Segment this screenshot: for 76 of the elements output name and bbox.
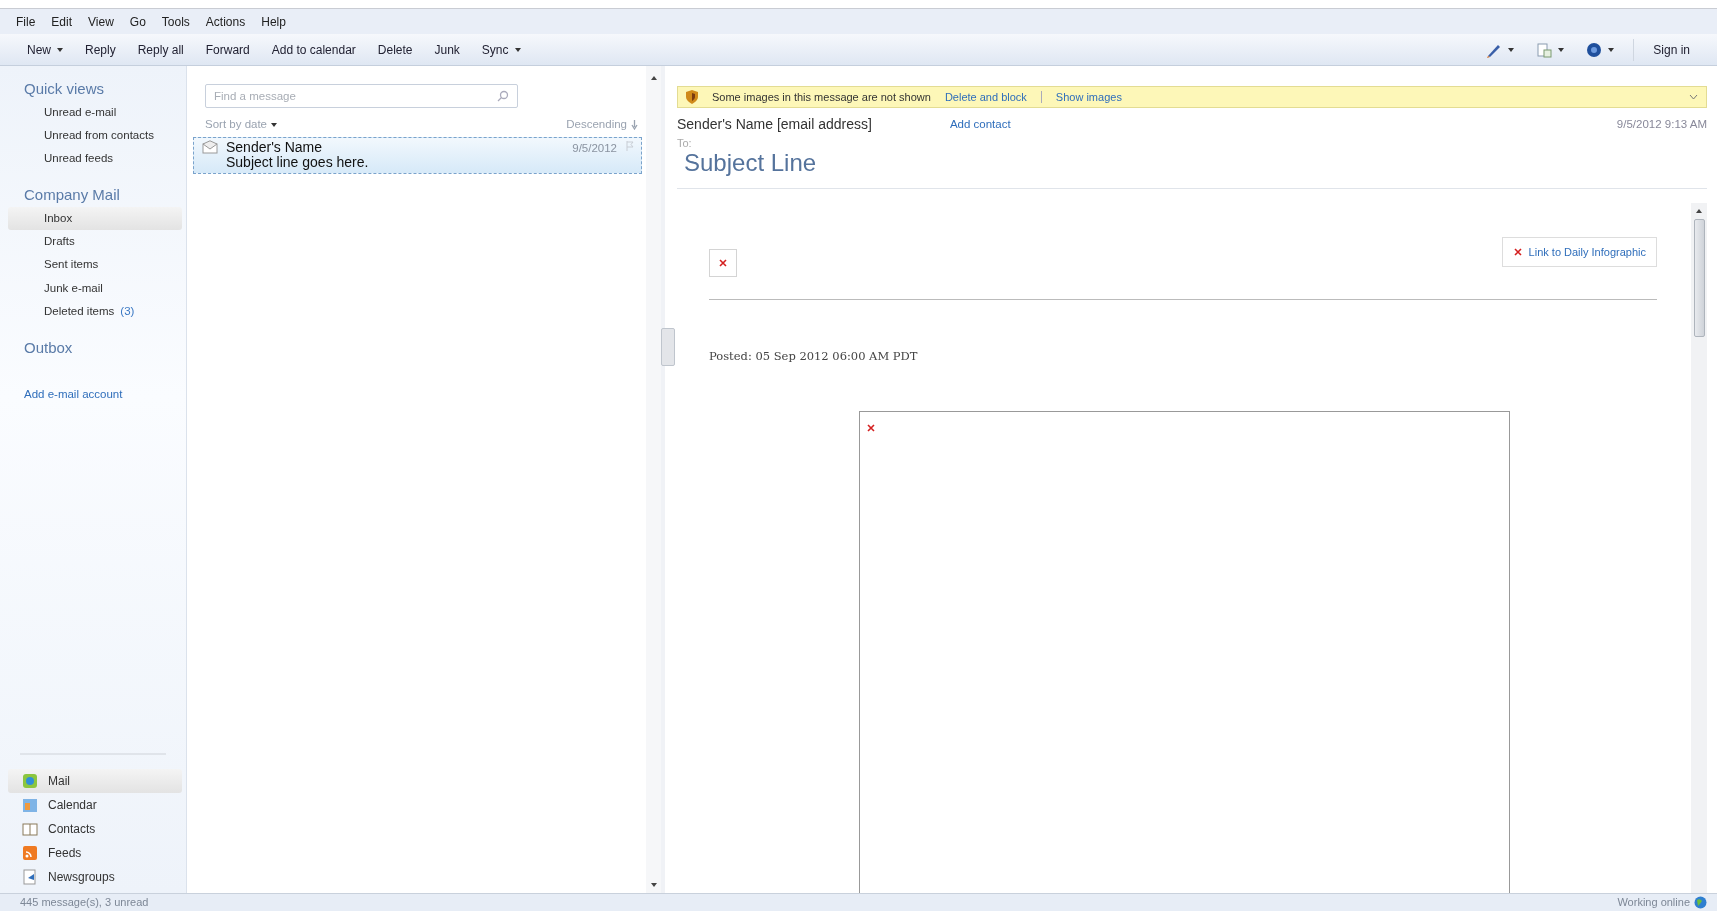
caret-icon bbox=[57, 47, 63, 52]
page-icon bbox=[22, 869, 38, 885]
caret-icon bbox=[1608, 47, 1615, 52]
sender-address: Sender's Name [email address] bbox=[677, 115, 872, 134]
section-heading: Quick views bbox=[23, 79, 106, 99]
toolbar-button[interactable]: New bbox=[16, 37, 74, 62]
scrollbar[interactable] bbox=[646, 66, 661, 893]
scrollbar[interactable] bbox=[1691, 202, 1707, 893]
caret-icon bbox=[1558, 47, 1565, 52]
toolbar-button[interactable]: Add to calendar bbox=[260, 37, 367, 62]
search-icon bbox=[497, 90, 509, 102]
broken-image-icon bbox=[1512, 247, 1523, 258]
shield-icon bbox=[686, 90, 698, 104]
toolbar-button[interactable]: Reply bbox=[74, 37, 127, 62]
message-subject: Subject line goes here. bbox=[226, 154, 369, 170]
nav-item[interactable]: Contacts bbox=[8, 817, 182, 841]
caret-icon bbox=[271, 122, 277, 127]
envelope-icon bbox=[202, 140, 218, 155]
chevron-down-icon bbox=[1689, 94, 1698, 100]
folder-item[interactable]: Unread e-mail bbox=[8, 100, 182, 124]
connection-status: Working online bbox=[1617, 894, 1707, 911]
subject-heading: Subject Line bbox=[683, 149, 818, 176]
folder-item[interactable]: Unread from contacts bbox=[8, 123, 182, 147]
nav-item[interactable]: Feeds bbox=[8, 841, 182, 865]
menu-item[interactable]: File bbox=[8, 10, 44, 33]
menu-item[interactable]: Help bbox=[253, 10, 294, 33]
message-count: 445 message(s), 3 unread bbox=[20, 895, 149, 911]
toolbar-button[interactable]: Forward bbox=[194, 37, 261, 62]
calendar-icon bbox=[22, 797, 38, 813]
nav-item[interactable]: Newsgroups bbox=[8, 865, 182, 889]
flag-icon bbox=[625, 140, 635, 153]
folder-item[interactable]: Sent items bbox=[8, 253, 182, 277]
image-link[interactable]: Link to Daily Infographic bbox=[1501, 236, 1657, 268]
menu-item[interactable]: Edit bbox=[43, 10, 81, 33]
menu-item[interactable]: Actions bbox=[197, 10, 254, 33]
help-icon bbox=[1586, 41, 1603, 58]
message-date: 9/5/2012 bbox=[572, 141, 617, 157]
sender-name: Sender's Name bbox=[226, 140, 324, 155]
info-message: Some images in this message are not shown bbox=[712, 89, 931, 105]
document-icon bbox=[1536, 41, 1553, 58]
section-heading[interactable]: Outbox bbox=[0, 337, 186, 360]
toolbar-button[interactable]: Junk bbox=[423, 37, 471, 62]
to-label: To: bbox=[677, 136, 693, 151]
toolbar-button[interactable]: Reply all bbox=[126, 37, 195, 62]
menu-item[interactable]: View bbox=[80, 10, 122, 33]
section-heading[interactable]: Company Mail bbox=[0, 184, 186, 207]
nav-item[interactable]: Mail bbox=[8, 769, 182, 793]
add-contact-link[interactable]: Add contact bbox=[949, 115, 1011, 134]
folder-item[interactable]: Inbox bbox=[8, 206, 182, 230]
sign-in-button[interactable]: Sign in bbox=[1642, 37, 1701, 62]
splitter-handle[interactable] bbox=[661, 328, 675, 366]
globe-icon bbox=[1694, 896, 1707, 909]
menu-item[interactable]: Go bbox=[121, 10, 154, 33]
folder-item[interactable]: Drafts bbox=[8, 230, 182, 254]
message-row[interactable]: Sender's Name Subject line goes here. 9/5/2012 bbox=[193, 137, 642, 174]
caret-icon bbox=[1508, 47, 1515, 52]
nav-item[interactable]: Calendar bbox=[8, 793, 182, 817]
info-action-link[interactable]: Delete and block bbox=[944, 88, 1027, 106]
folder-item[interactable]: Junk e-mail bbox=[8, 276, 182, 300]
folder-item[interactable]: Unread feeds bbox=[8, 147, 182, 171]
message-date: 9/5/2012 9:13 AM bbox=[1616, 116, 1707, 132]
broken-image-icon bbox=[718, 257, 728, 268]
menu-item[interactable]: Tools bbox=[153, 10, 198, 33]
add-account-link[interactable]: Add e-mail account bbox=[0, 385, 123, 403]
folder-item[interactable]: Deleted items (3) bbox=[8, 299, 182, 323]
caret-icon bbox=[514, 47, 521, 52]
posted-date: Posted: 05 Sep 2012 06:00 AM PDT bbox=[709, 347, 919, 365]
toolbar-button[interactable]: Sync bbox=[470, 37, 532, 62]
broken-image-icon bbox=[866, 422, 876, 433]
search-field[interactable]: Find a message bbox=[205, 84, 518, 108]
book-icon bbox=[22, 821, 38, 837]
toolbar-button[interactable]: Delete bbox=[366, 37, 424, 62]
rss-icon bbox=[22, 845, 38, 861]
down-arrow-icon bbox=[631, 119, 638, 130]
mail-icon bbox=[22, 773, 38, 789]
info-action-link[interactable]: Show images bbox=[1055, 88, 1122, 106]
